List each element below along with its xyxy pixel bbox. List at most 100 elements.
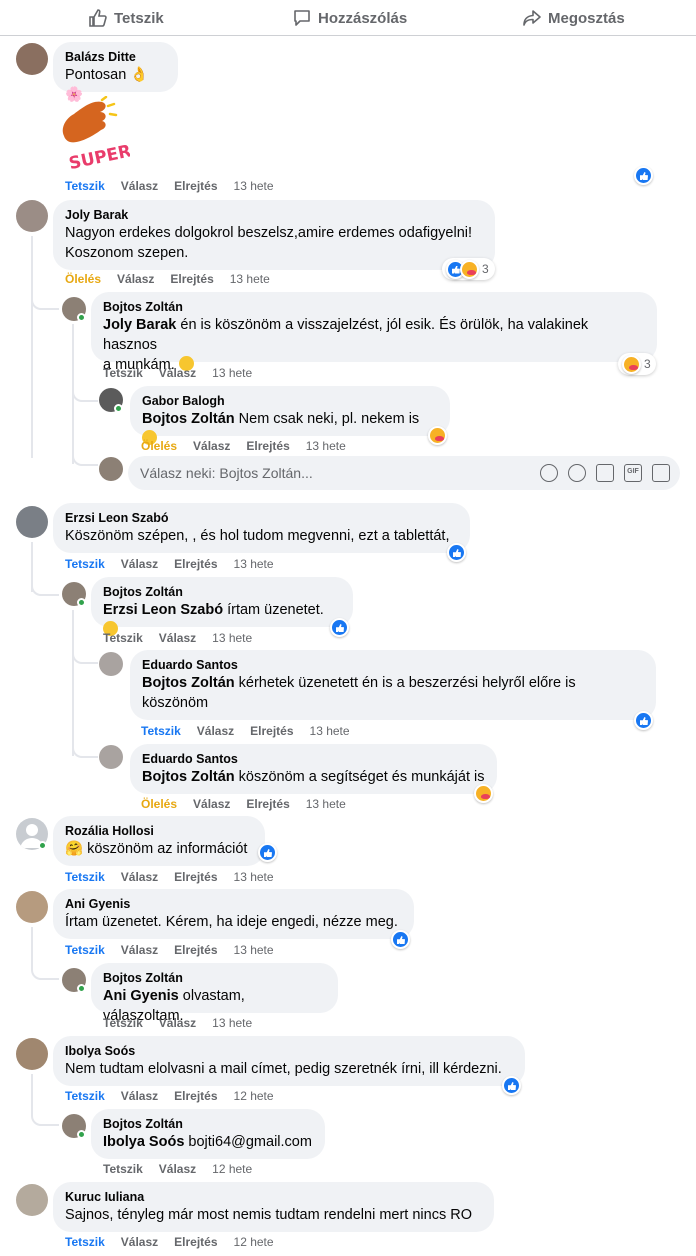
comment-time[interactable]: 13 hete: [306, 439, 346, 453]
reply-link[interactable]: Válasz: [117, 272, 154, 286]
reply-link[interactable]: Válasz: [197, 724, 234, 738]
avatar[interactable]: [16, 1038, 48, 1070]
avatar[interactable]: [16, 891, 48, 923]
like-reaction-icon[interactable]: [502, 1076, 521, 1095]
comment-time[interactable]: 13 hete: [234, 179, 274, 193]
mention[interactable]: Bojtos Zoltán: [142, 769, 235, 785]
comment-time[interactable]: 12 hete: [212, 1162, 252, 1176]
reply-link[interactable]: Válasz: [193, 797, 230, 811]
sticker-avatar-icon[interactable]: [540, 464, 558, 482]
sticker-icon[interactable]: [652, 464, 670, 482]
reply-input[interactable]: Válasz neki: Bojtos Zoltán... GIF: [128, 456, 680, 490]
like-link[interactable]: Tetszik: [103, 366, 143, 380]
comment-author[interactable]: Ibolya Soós: [65, 1043, 513, 1059]
hide-link[interactable]: Elrejtés: [246, 797, 289, 811]
reply-link[interactable]: Válasz: [159, 366, 196, 380]
mention[interactable]: Ani Gyenis: [103, 988, 179, 1004]
comment-author[interactable]: Bojtos Zoltán: [103, 970, 326, 986]
like-link[interactable]: Tetszik: [103, 631, 143, 645]
avatar[interactable]: [16, 43, 48, 75]
like-link[interactable]: Tetszik: [103, 1016, 143, 1030]
like-link[interactable]: Tetszik: [65, 557, 105, 571]
comment-author[interactable]: Kuruc Iuliana: [65, 1189, 482, 1205]
reply-link[interactable]: Válasz: [159, 631, 196, 645]
comment-author[interactable]: Ani Gyenis: [65, 896, 402, 912]
comment-author[interactable]: Gabor Balogh: [142, 393, 438, 409]
comment-author[interactable]: Bojtos Zoltán: [103, 584, 341, 600]
camera-icon[interactable]: [596, 464, 614, 482]
reply-link[interactable]: Válasz: [193, 439, 230, 453]
avatar[interactable]: [16, 1184, 48, 1216]
hug-link[interactable]: Ölelés: [65, 272, 101, 286]
like-link[interactable]: Tetszik: [65, 1235, 105, 1249]
reply-link[interactable]: Válasz: [121, 870, 158, 884]
hug-link[interactable]: Ölelés: [141, 797, 177, 811]
comment-time[interactable]: 13 hete: [230, 272, 270, 286]
comment-time[interactable]: 13 hete: [212, 366, 252, 380]
avatar[interactable]: [99, 745, 123, 769]
comment-author[interactable]: Eduardo Santos: [142, 751, 485, 767]
reply-link[interactable]: Válasz: [121, 943, 158, 957]
hug-link[interactable]: Ölelés: [141, 439, 177, 453]
mention[interactable]: Erzsi Leon Szabó: [103, 602, 223, 618]
comment-author[interactable]: Balázs Ditte: [65, 49, 166, 65]
hide-link[interactable]: Elrejtés: [250, 724, 293, 738]
like-link[interactable]: Tetszik: [65, 1089, 105, 1103]
comment-time[interactable]: 13 hete: [234, 870, 274, 884]
emoji-icon[interactable]: [568, 464, 586, 482]
comment-time[interactable]: 12 hete: [234, 1089, 274, 1103]
care-reaction-icon[interactable]: [474, 784, 493, 803]
reply-link[interactable]: Válasz: [159, 1162, 196, 1176]
comment-time[interactable]: 13 hete: [234, 557, 274, 571]
hide-link[interactable]: Elrejtés: [174, 557, 217, 571]
reply-link[interactable]: Válasz: [159, 1016, 196, 1030]
like-link[interactable]: Tetszik: [65, 943, 105, 957]
mention[interactable]: Joly Barak: [103, 317, 176, 333]
avatar[interactable]: [16, 200, 48, 232]
comment-author[interactable]: Rozália Hollosi: [65, 823, 253, 839]
like-reaction-icon[interactable]: [634, 711, 653, 730]
comment-time[interactable]: 13 hete: [310, 724, 350, 738]
hide-link[interactable]: Elrejtés: [174, 1235, 217, 1249]
comment-author[interactable]: Erzsi Leon Szabó: [65, 510, 458, 526]
avatar[interactable]: [16, 506, 48, 538]
hide-link[interactable]: Elrejtés: [170, 272, 213, 286]
like-reaction-icon[interactable]: [447, 543, 466, 562]
reaction-summary[interactable]: 3: [442, 258, 495, 280]
mention[interactable]: Bojtos Zoltán: [142, 411, 235, 427]
avatar[interactable]: [99, 457, 123, 481]
share-action[interactable]: Megosztás: [522, 8, 625, 28]
like-reaction-icon[interactable]: [330, 618, 349, 637]
like-reaction-icon[interactable]: [634, 166, 653, 185]
like-link[interactable]: Tetszik: [65, 179, 105, 193]
comment-author[interactable]: Bojtos Zoltán: [103, 299, 645, 315]
comment-time[interactable]: 13 hete: [212, 631, 252, 645]
reply-link[interactable]: Válasz: [121, 1089, 158, 1103]
reaction-summary[interactable]: 3: [618, 353, 656, 375]
like-reaction-icon[interactable]: [258, 843, 277, 862]
hide-link[interactable]: Elrejtés: [174, 1089, 217, 1103]
like-link[interactable]: Tetszik: [141, 724, 181, 738]
mention[interactable]: Ibolya Soós: [103, 1134, 184, 1150]
comment-time[interactable]: 12 hete: [234, 1235, 274, 1249]
care-reaction-icon[interactable]: [428, 426, 447, 445]
reply-link[interactable]: Válasz: [121, 179, 158, 193]
hide-link[interactable]: Elrejtés: [174, 943, 217, 957]
avatar[interactable]: [99, 652, 123, 676]
reply-link[interactable]: Válasz: [121, 557, 158, 571]
comment-action[interactable]: Hozzászólás: [292, 8, 407, 28]
like-link[interactable]: Tetszik: [65, 870, 105, 884]
comment-time[interactable]: 13 hete: [234, 943, 274, 957]
hide-link[interactable]: Elrejtés: [174, 179, 217, 193]
gif-icon[interactable]: GIF: [624, 464, 642, 482]
comment-time[interactable]: 13 hete: [306, 797, 346, 811]
like-reaction-icon[interactable]: [391, 930, 410, 949]
comment-author[interactable]: Eduardo Santos: [142, 657, 644, 673]
mention[interactable]: Bojtos Zoltán: [142, 675, 235, 691]
comment-author[interactable]: Joly Barak: [65, 207, 483, 223]
like-link[interactable]: Tetszik: [103, 1162, 143, 1176]
comment-time[interactable]: 13 hete: [212, 1016, 252, 1030]
like-action[interactable]: Tetszik: [88, 8, 164, 28]
hide-link[interactable]: Elrejtés: [174, 870, 217, 884]
hide-link[interactable]: Elrejtés: [246, 439, 289, 453]
